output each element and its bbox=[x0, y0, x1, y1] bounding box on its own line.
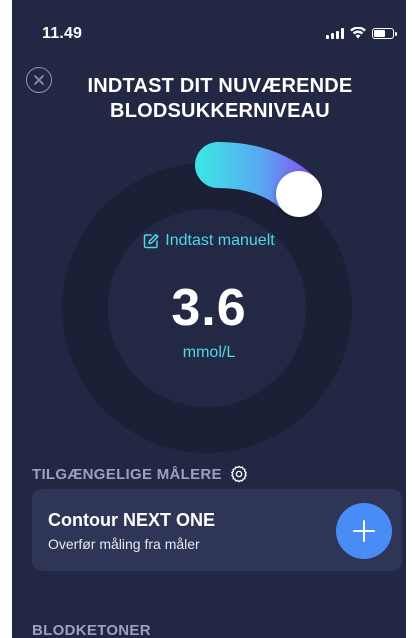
meters-section-label: TILGÆNGELIGE MÅLERE bbox=[32, 465, 222, 483]
manual-entry-label: Indtast manuelt bbox=[165, 232, 275, 249]
glucose-value: 3.6 bbox=[171, 279, 247, 337]
meter-subtitle: Overfør måling fra måler bbox=[48, 536, 200, 552]
gear-icon[interactable] bbox=[230, 465, 248, 483]
meter-card[interactable]: Contour NEXT ONE Overfør måling fra måle… bbox=[32, 489, 402, 571]
manual-entry-link[interactable]: Indtast manuelt bbox=[12, 232, 406, 250]
ketones-section-title: BLODKETONER bbox=[32, 622, 151, 638]
glucose-unit: mmol/L bbox=[182, 344, 236, 361]
add-meter-button[interactable] bbox=[336, 503, 392, 559]
app-screen: 11.49 INDTAST DIT NUVÆRENDE BLODSUKKERNI… bbox=[12, 0, 406, 638]
meters-section-title: TILGÆNGELIGE MÅLERE bbox=[32, 465, 248, 483]
glucose-dial-knob[interactable] bbox=[276, 171, 322, 217]
meter-name: Contour NEXT ONE bbox=[48, 510, 215, 530]
plus-icon bbox=[353, 520, 375, 542]
edit-icon bbox=[144, 233, 159, 249]
